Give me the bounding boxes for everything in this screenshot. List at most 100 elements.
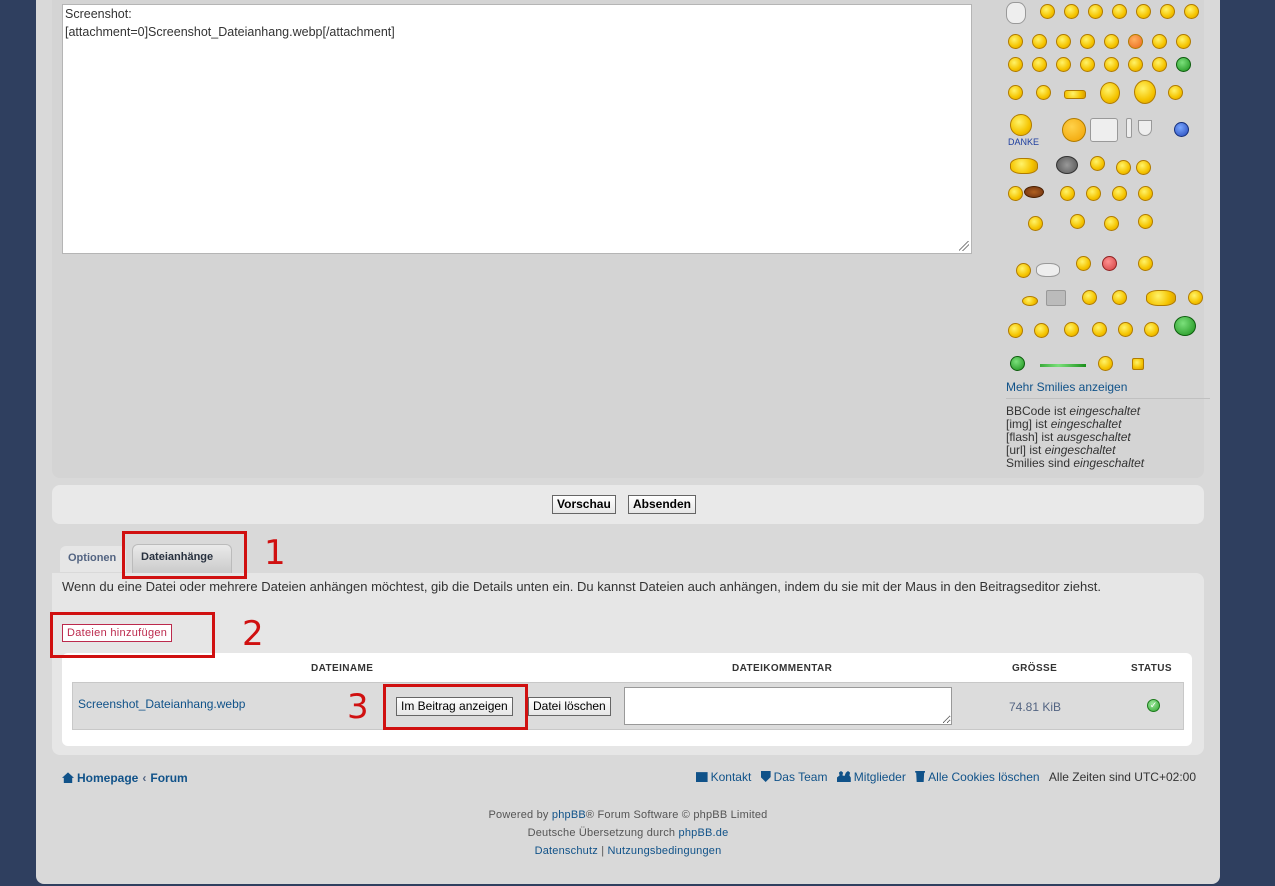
- file-comment-input[interactable]: [624, 687, 952, 725]
- smiley-icon[interactable]: [1034, 323, 1049, 338]
- smiley-green-icon[interactable]: [1176, 57, 1191, 72]
- footer-links: Kontakt Das Team Mitglieder Alle Cookies…: [690, 770, 1196, 784]
- smiley-icon[interactable]: [1056, 34, 1071, 49]
- phpbb-link[interactable]: phpBB: [552, 809, 586, 821]
- smiley-danke-icon[interactable]: [1010, 114, 1032, 136]
- smiley-icon[interactable]: [1188, 290, 1203, 305]
- smiley-icon[interactable]: [1118, 322, 1133, 337]
- smiley-group-icon[interactable]: [1146, 290, 1176, 306]
- resize-grip-icon[interactable]: [959, 241, 969, 251]
- more-smilies-link[interactable]: Mehr Smilies anzeigen: [1006, 380, 1127, 394]
- smiley-icon[interactable]: [1112, 290, 1127, 305]
- smiley-icon[interactable]: [1104, 34, 1119, 49]
- frog-icon[interactable]: [1174, 316, 1196, 336]
- smiley-icon[interactable]: [1116, 160, 1131, 175]
- guitar-icon[interactable]: [1024, 186, 1044, 198]
- submit-button[interactable]: Absenden: [628, 495, 697, 514]
- smiley-icon[interactable]: [1070, 214, 1085, 229]
- smiley-icon[interactable]: [1128, 34, 1143, 49]
- smiley-icon[interactable]: [1022, 296, 1038, 306]
- smiley-exclamation-icon[interactable]: [1056, 57, 1071, 72]
- delete-file-button[interactable]: Datei löschen: [528, 697, 611, 716]
- smiley-icon[interactable]: [1008, 85, 1023, 100]
- smiley-icon[interactable]: [1008, 186, 1023, 201]
- preview-button[interactable]: Vorschau: [552, 495, 616, 514]
- smiley-icon[interactable]: [1138, 186, 1153, 201]
- smiley-blue-icon[interactable]: [1174, 122, 1189, 137]
- smiley-red-icon[interactable]: [1102, 256, 1117, 271]
- members-link[interactable]: Mitglieder: [854, 770, 906, 784]
- delete-cookies-link[interactable]: Alle Cookies löschen: [928, 770, 1039, 784]
- bicycle-icon[interactable]: [1036, 263, 1060, 277]
- smiley-icon[interactable]: [1160, 4, 1175, 19]
- tab-options[interactable]: Optionen: [60, 546, 126, 572]
- wine-glass-icon[interactable]: [1138, 120, 1152, 136]
- phpbb-de-link[interactable]: phpBB.de: [679, 827, 729, 839]
- smiley-icon[interactable]: [1088, 4, 1103, 19]
- smiley-icon[interactable]: [1100, 82, 1120, 104]
- smiley-idea-icon[interactable]: [1104, 57, 1119, 72]
- smiley-icon[interactable]: [1076, 256, 1091, 271]
- smiley-icon[interactable]: [1028, 216, 1043, 231]
- smiley-icon[interactable]: [1064, 4, 1079, 19]
- column-header-comment: DATEIKOMMENTAR: [732, 663, 833, 674]
- smiley-icon[interactable]: [1036, 85, 1051, 100]
- smiley-icon[interactable]: [1168, 85, 1183, 100]
- smiley-icon[interactable]: [1016, 263, 1031, 278]
- copyright-footer: Powered by phpBB® Forum Software © phpBB…: [36, 806, 1220, 860]
- snake-icon[interactable]: [1040, 364, 1086, 367]
- smiley-icon[interactable]: [1010, 158, 1038, 174]
- smiley-icon[interactable]: [1032, 34, 1047, 49]
- smiley-icon[interactable]: [1098, 356, 1113, 371]
- smiley-icon[interactable]: [1040, 4, 1055, 19]
- smiley-icon[interactable]: [1136, 4, 1151, 19]
- terms-link[interactable]: Nutzungsbedingungen: [608, 845, 722, 857]
- breadcrumb-homepage[interactable]: Homepage: [77, 771, 138, 785]
- smiley-icon[interactable]: [1112, 4, 1127, 19]
- smiley-icon[interactable]: [1008, 57, 1023, 72]
- glass-icon[interactable]: [1126, 118, 1132, 138]
- smiley-icon[interactable]: [1152, 34, 1167, 49]
- smilies-panel: DANKE: [1006, 0, 1214, 380]
- smiley-icon[interactable]: [1138, 214, 1153, 229]
- smiley-icon[interactable]: [1064, 322, 1079, 337]
- smiley-question-icon[interactable]: [1080, 57, 1095, 72]
- smiley-icon[interactable]: [1132, 358, 1144, 370]
- smiley-icon[interactable]: [1086, 186, 1101, 201]
- smiley-icon[interactable]: [1138, 256, 1153, 271]
- smiley-icon[interactable]: [1112, 186, 1127, 201]
- smiley-icon[interactable]: [1060, 186, 1075, 201]
- breadcrumb-forum[interactable]: Forum: [150, 771, 187, 785]
- smiley-icon[interactable]: [1104, 216, 1119, 231]
- smiley-icon[interactable]: [1152, 57, 1167, 72]
- smiley-icon[interactable]: [1080, 34, 1095, 49]
- message-editor[interactable]: Screenshot: [attachment=0]Screenshot_Dat…: [62, 4, 972, 254]
- privacy-link[interactable]: Datenschutz: [535, 845, 598, 857]
- trash-icon: [915, 771, 926, 782]
- column-header-size: GRÖSSE: [1012, 663, 1058, 674]
- smiley-icon[interactable]: [1032, 57, 1047, 72]
- smiley-icon[interactable]: [1144, 322, 1159, 337]
- bat-icon[interactable]: [1056, 156, 1078, 174]
- team-link[interactable]: Das Team: [774, 770, 828, 784]
- smiley-icon[interactable]: [1090, 156, 1105, 171]
- attachment-file-name[interactable]: Screenshot_Dateianhang.webp: [78, 697, 245, 711]
- coffee-cup-icon[interactable]: [1090, 118, 1118, 142]
- smiley-arrow-icon[interactable]: [1128, 57, 1143, 72]
- smiley-green-icon[interactable]: [1010, 356, 1025, 371]
- column-header-filename: DATEINAME: [311, 663, 374, 674]
- smiley-flat-icon[interactable]: [1064, 90, 1086, 99]
- contact-link[interactable]: Kontakt: [711, 770, 752, 784]
- smiley-icon[interactable]: [1134, 80, 1156, 104]
- smiley-icon[interactable]: [1082, 290, 1097, 305]
- smiley-devil-icon[interactable]: [1176, 34, 1191, 49]
- smiley-icon[interactable]: [1136, 160, 1151, 175]
- smiley-icon[interactable]: [1184, 4, 1199, 19]
- smiley-icon[interactable]: [1008, 34, 1023, 49]
- smiley-icon[interactable]: [1008, 323, 1023, 338]
- annotation-box-1: [122, 531, 247, 579]
- smiley-ghost-icon[interactable]: [1006, 2, 1026, 24]
- smiley-kiss-icon[interactable]: [1062, 118, 1086, 142]
- smiley-icon[interactable]: [1092, 322, 1107, 337]
- computer-icon[interactable]: [1046, 290, 1066, 306]
